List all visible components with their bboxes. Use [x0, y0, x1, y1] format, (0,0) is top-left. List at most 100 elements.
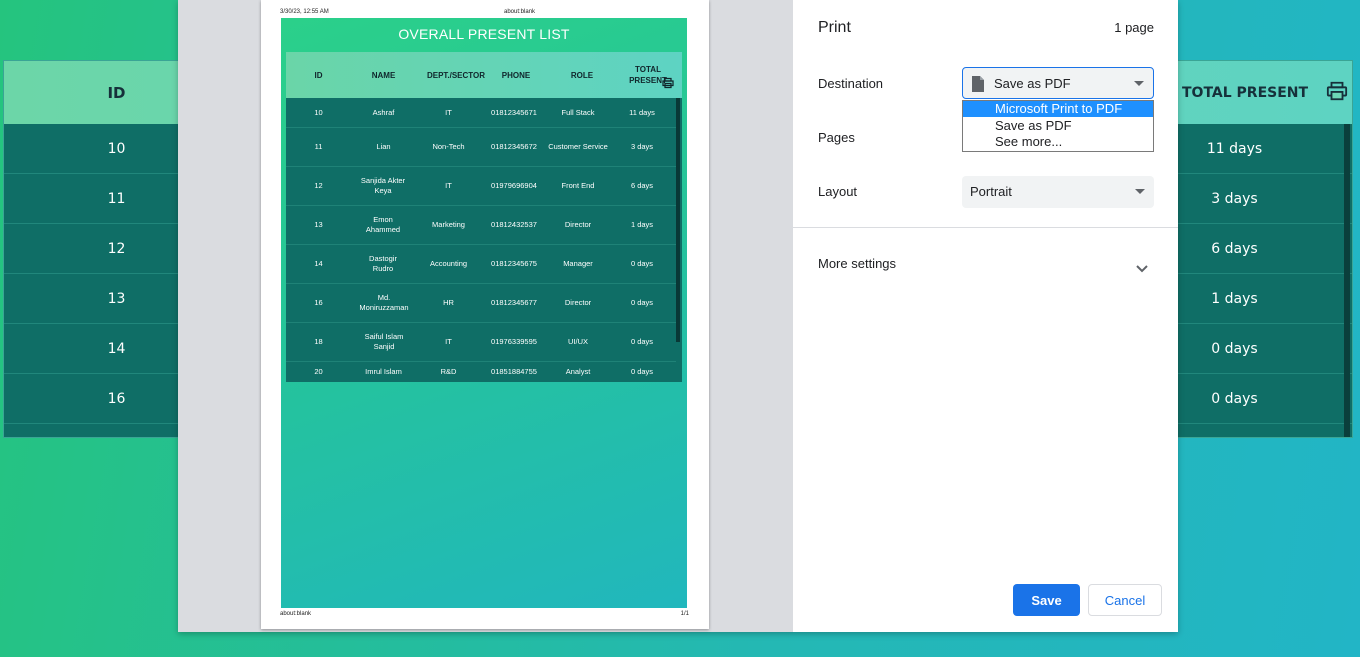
cell-id: 20	[314, 367, 323, 376]
cell-name: Emon Ahammed	[365, 215, 401, 234]
layout-label: Layout	[818, 184, 858, 199]
cell-phone: 01851884755	[491, 367, 537, 376]
preview-page: 3/30/23, 12:55 AM about:blank OVERALL PR…	[261, 0, 709, 629]
cell-dept: IT	[445, 181, 452, 190]
preview-row: 20 Imrul Islam R&D 01851884755 Analyst 0…	[286, 362, 676, 382]
cell-phone: 01812345675	[491, 259, 537, 268]
cell-total: 0 days	[630, 298, 654, 307]
option-see-more[interactable]: See more...	[963, 134, 1153, 150]
preview-content: OVERALL PRESENT LIST ID NAME DEPT./SECTO…	[281, 18, 687, 608]
col-name: NAME	[371, 70, 396, 80]
destination-dropdown: Microsoft Print to PDF Save as PDF See m…	[962, 100, 1154, 152]
cell-total: 1 days	[630, 220, 654, 229]
cell-id: 10	[314, 107, 323, 117]
preview-row: 12 Sanjida Akter Keya IT 01979696904 Fro…	[286, 167, 676, 206]
cell-phone: 01812345677	[491, 298, 537, 307]
cell-dept: R&D	[440, 367, 457, 376]
cell-dept: IT	[445, 337, 452, 346]
destination-value: Save as PDF	[994, 76, 1071, 91]
save-button[interactable]: Save	[1013, 584, 1080, 616]
preview-title: OVERALL PRESENT LIST	[398, 26, 570, 42]
print-icon[interactable]	[1326, 80, 1348, 106]
cell-phone: 01812345672	[491, 142, 537, 151]
cell-dept: Accounting	[429, 259, 468, 268]
cell-id: 12	[314, 181, 323, 190]
more-settings-toggle[interactable]: More settings	[818, 256, 896, 271]
cell-phone: 01812345671	[491, 107, 537, 117]
preview-row: 10 Ashraf IT 01812345671 Full Stack 11 d…	[286, 98, 676, 128]
preview-row: 16 Md. Moniruzzaman HR 01812345677 Direc…	[286, 284, 676, 323]
print-preview-pane: 3/30/23, 12:55 AM about:blank OVERALL PR…	[178, 0, 793, 632]
preview-table-scrollbar	[676, 98, 680, 342]
destination-label: Destination	[818, 76, 884, 91]
col-id: ID	[314, 70, 323, 80]
layout-select[interactable]: Portrait	[962, 176, 1154, 208]
col-role: ROLE	[570, 70, 594, 80]
cell-role: Manager	[563, 259, 593, 268]
cell-phone: 01812432537	[491, 220, 537, 229]
expand-chevron-icon[interactable]	[1136, 260, 1148, 278]
header-total-present-label: TOTAL PRESENT	[1182, 84, 1309, 101]
cell-dept: Non-Tech	[432, 142, 465, 151]
cell-dept: Marketing	[432, 220, 465, 229]
layout-value: Portrait	[970, 184, 1012, 199]
cell-name: Lian	[376, 142, 391, 151]
cell-total: 6 days	[630, 181, 654, 190]
option-microsoft-print-to-pdf[interactable]: Microsoft Print to PDF	[963, 101, 1153, 117]
cell-dept: IT	[445, 107, 452, 117]
preview-row: 14 Dastogir Rudro Accounting 01812345675…	[286, 245, 676, 284]
preview-header-date: 3/30/23, 12:55 AM	[280, 9, 329, 15]
cell-name: Imrul Islam	[365, 367, 402, 376]
cell-total: 11 days	[629, 107, 655, 117]
preview-row: 11 Lian Non-Tech 01812345672 Customer Se…	[286, 128, 676, 167]
cell-role: Director	[564, 298, 592, 307]
cell-name: Dastogir Rudro	[369, 254, 397, 273]
cell-id: 16	[314, 298, 323, 307]
divider	[793, 227, 1178, 228]
print-dialog: 3/30/23, 12:55 AM about:blank OVERALL PR…	[178, 0, 1178, 632]
chevron-down-icon	[1135, 189, 1145, 194]
preview-row: 18 Saiful Islam Sanjid IT 01976339595 UI…	[286, 323, 676, 362]
cell-id: 14	[314, 259, 323, 268]
cell-id: 11	[314, 142, 323, 151]
preview-footer-page: 1/1	[680, 611, 689, 617]
cell-role: Front End	[561, 181, 595, 190]
cell-total: 0 days	[630, 337, 654, 346]
cell-name: Sanjida Akter Keya	[360, 176, 406, 195]
cell-name: Ashraf	[372, 107, 395, 117]
chevron-down-icon	[1134, 81, 1144, 86]
cell-role: UI/UX	[567, 337, 588, 346]
option-save-as-pdf[interactable]: Save as PDF	[963, 118, 1153, 134]
col-dept: DEPT./SECTOR	[426, 70, 486, 80]
pages-label: Pages	[818, 130, 855, 145]
destination-select[interactable]: Save as PDF	[962, 67, 1154, 99]
cell-dept: HR	[443, 298, 454, 307]
preview-print-icon	[662, 76, 674, 94]
cell-role: Analyst	[565, 367, 591, 376]
background-scrollbar[interactable]	[1344, 124, 1350, 437]
col-phone: PHONE	[501, 70, 531, 80]
preview-footer-url: about:blank	[280, 611, 312, 617]
cell-total: 0 days	[630, 259, 654, 268]
preview-table-header: ID NAME DEPT./SECTOR PHONE ROLE TOTAL PR…	[286, 52, 682, 98]
print-settings-pane: Print 1 page Destination Save as PDF Mic…	[793, 0, 1178, 632]
cell-id: 18	[314, 337, 323, 346]
cell-phone: 01979696904	[491, 181, 537, 190]
cell-role: Full Stack	[561, 107, 595, 117]
cell-name: Md. Moniruzzaman	[359, 293, 409, 312]
preview-table: ID NAME DEPT./SECTOR PHONE ROLE TOTAL PR…	[286, 52, 682, 382]
page-count: 1 page	[1114, 20, 1154, 35]
cell-total: 0 days	[630, 367, 654, 376]
cell-role: Director	[564, 220, 592, 229]
dialog-title: Print	[818, 19, 851, 36]
preview-header-url: about:blank	[504, 9, 536, 15]
cell-role: Customer Service	[548, 142, 608, 151]
cell-total: 3 days	[630, 142, 654, 151]
cancel-button[interactable]: Cancel	[1088, 584, 1162, 616]
document-icon	[972, 76, 984, 95]
cell-phone: 01976339595	[491, 337, 537, 346]
cell-name: Saiful Islam Sanjid	[364, 332, 404, 351]
cell-id: 13	[314, 220, 323, 229]
header-total-present: TOTAL PRESENT	[1177, 61, 1352, 124]
preview-row: 13 Emon Ahammed Marketing 01812432537 Di…	[286, 206, 676, 245]
